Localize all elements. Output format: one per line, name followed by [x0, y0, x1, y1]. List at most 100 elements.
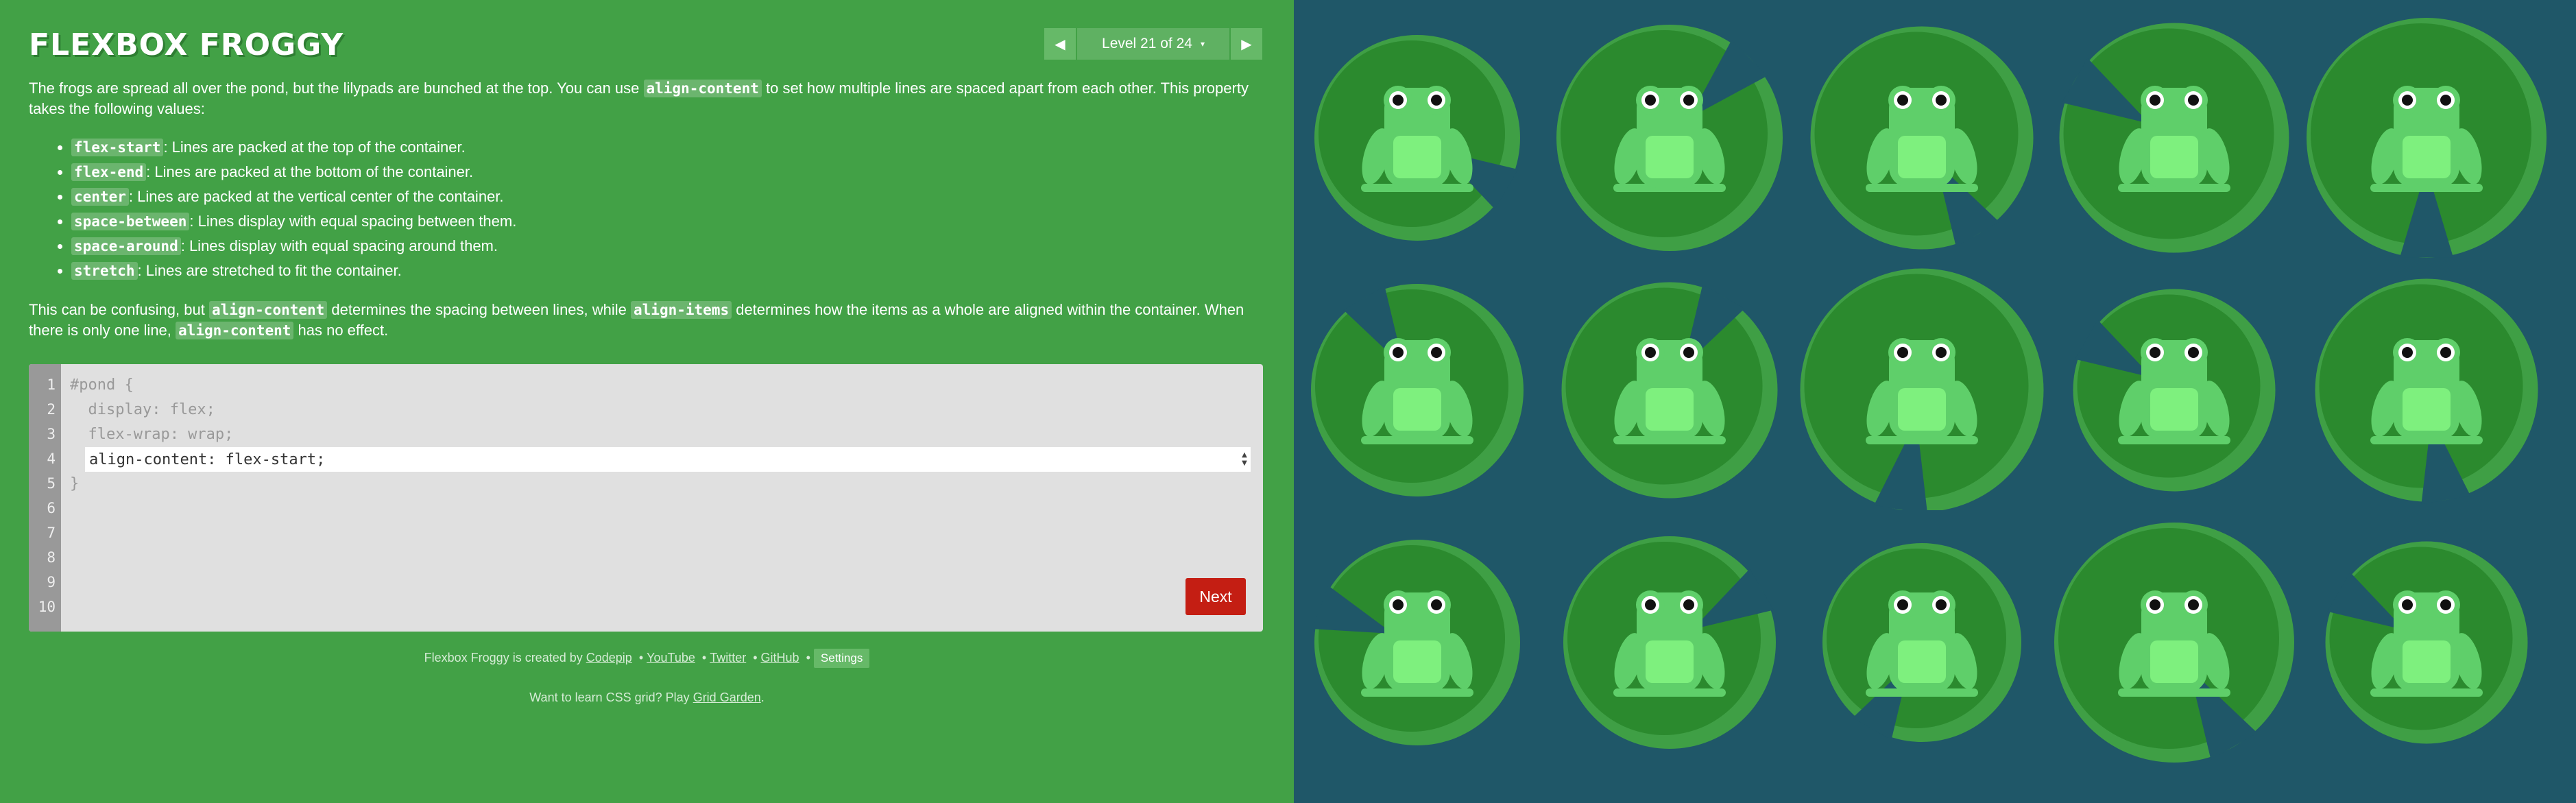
- note-text: This can be confusing, but: [29, 301, 209, 318]
- code-editor: 1 2 3 4 5 6 7 8 9 10 #pond { display: fl…: [29, 364, 1263, 632]
- next-button[interactable]: Next: [1185, 578, 1246, 615]
- line-number: 8: [47, 549, 56, 566]
- line-number: 2: [47, 401, 56, 418]
- next-level-button[interactable]: ▶: [1231, 28, 1262, 60]
- lilypad-icon: [2307, 18, 2547, 258]
- inline-code: align-content: [208, 301, 328, 319]
- frog-cell: [1546, 263, 1793, 510]
- level-indicator-dropdown[interactable]: Level 21 of 24 ▾: [1077, 28, 1229, 60]
- list-item: stretch: Lines are stretched to fit the …: [71, 259, 1263, 283]
- line-number: 10: [38, 599, 56, 615]
- previous-level-button[interactable]: ◀: [1044, 28, 1076, 60]
- value-code: stretch: [71, 262, 138, 280]
- frog-cell: [1294, 11, 1541, 258]
- frog-cell: [1798, 516, 2045, 763]
- lilypad-icon: [1810, 26, 2034, 250]
- lilypad-icon: [2315, 278, 2538, 505]
- lilypad-icon: [1822, 543, 2021, 742]
- line-number: 9: [47, 574, 56, 590]
- value-code: flex-start: [71, 139, 164, 156]
- promo-text: Want to learn CSS grid? Play: [529, 691, 693, 704]
- footer-credits: Flexbox Froggy is created by Codepip • Yo…: [0, 649, 1294, 668]
- intro-text: The frogs are spread all over the pond, …: [29, 80, 644, 97]
- frog-cell: [1546, 516, 1793, 763]
- lilypad-icon: [2059, 23, 2289, 253]
- pond-board: [1294, 0, 2576, 803]
- instructions: The frogs are spread all over the pond, …: [29, 78, 1263, 341]
- value-description: : Lines are stretched to fit the contain…: [137, 262, 402, 279]
- separator: •: [638, 651, 644, 664]
- triangle-left-icon: ◀: [1055, 36, 1066, 52]
- lilypad-icon: [2054, 523, 2294, 763]
- code-line: flex-wrap: wrap;: [70, 426, 234, 443]
- line-number: 7: [47, 525, 56, 541]
- codepip-link[interactable]: Codepip: [586, 651, 632, 664]
- line-number: 6: [47, 500, 56, 516]
- twitter-link[interactable]: Twitter: [710, 651, 746, 664]
- frog-cell: [1294, 263, 1541, 510]
- code-line: #pond {: [70, 376, 134, 394]
- youtube-link[interactable]: YouTube: [647, 651, 695, 664]
- code-line: display: flex;: [70, 401, 215, 418]
- inline-code: align-items: [631, 301, 732, 319]
- separator: •: [806, 651, 810, 664]
- app-title: FLEXBOX FROGGY: [29, 27, 344, 62]
- level-label: Level 21 of 24: [1102, 36, 1192, 51]
- credit-text: Flexbox Froggy is created by: [424, 651, 586, 664]
- chevron-down-icon: ▾: [1200, 39, 1205, 49]
- sidebar: FLEXBOX FROGGY ◀ Level 21 of 24 ▾ ▶ The …: [0, 0, 1294, 803]
- promo-suffix: .: [760, 691, 765, 704]
- value-description: : Lines display with equal spacing betwe…: [189, 213, 517, 230]
- frog-cell: [2303, 516, 2550, 763]
- value-description: : Lines display with equal spacing aroun…: [180, 237, 498, 254]
- textarea-scroll-arrows[interactable]: ▲ ▼: [1238, 447, 1251, 472]
- frog-cell: [1294, 516, 1541, 763]
- frog-cell: [2051, 263, 2298, 510]
- value-code: flex-end: [71, 163, 147, 181]
- frog-cell: [1798, 263, 2045, 510]
- lilypad-icon: [1314, 35, 1520, 241]
- note-text: determines the spacing between lines, wh…: [327, 301, 631, 318]
- line-number: 5: [47, 475, 56, 492]
- value-code: space-between: [71, 213, 190, 230]
- lilypad-icon: [1556, 25, 1783, 251]
- list-item: flex-end: Lines are packed at the bottom…: [71, 160, 1263, 184]
- line-number: 4: [47, 451, 56, 467]
- lilypad-icon: [1800, 268, 2044, 510]
- line-number: 3: [47, 426, 56, 442]
- values-list: flex-start: Lines are packed at the top …: [71, 135, 1263, 283]
- settings-button[interactable]: Settings: [813, 649, 870, 668]
- list-item: space-around: Lines display with equal s…: [71, 234, 1263, 259]
- frog-cell: [2303, 263, 2550, 510]
- value-code: center: [71, 188, 129, 206]
- frog-cell: [2303, 11, 2550, 258]
- separator: •: [701, 651, 707, 664]
- level-navigation: ◀ Level 21 of 24 ▾ ▶: [1044, 28, 1262, 60]
- css-code-input[interactable]: align-content: flex-start;: [85, 447, 1251, 472]
- lilypad-icon: [2325, 541, 2528, 744]
- line-number: 1: [47, 376, 56, 393]
- frog-cell: [1546, 11, 1793, 258]
- frog-cell: [2051, 11, 2298, 258]
- lilypad-icon: [1561, 282, 1778, 499]
- note-text: has no effect.: [293, 322, 389, 339]
- scroll-down-icon: ▼: [1242, 459, 1247, 467]
- note-paragraph: This can be confusing, but align-content…: [29, 300, 1263, 341]
- scroll-up-icon: ▲: [1242, 451, 1247, 459]
- list-item: space-between: Lines display with equal …: [71, 209, 1263, 234]
- grid-garden-link[interactable]: Grid Garden: [693, 691, 761, 704]
- list-item: center: Lines are packed at the vertical…: [71, 184, 1263, 209]
- value-description: : Lines are packed at the vertical cente…: [128, 188, 504, 205]
- frog-cell: [2051, 516, 2298, 763]
- value-code: space-around: [71, 237, 181, 255]
- value-description: : Lines are packed at the top of the con…: [163, 139, 466, 156]
- lilypad-icon: [1312, 540, 1520, 745]
- frog-cell: [1798, 11, 2045, 258]
- github-link[interactable]: GitHub: [761, 651, 799, 664]
- grid-garden-promo: Want to learn CSS grid? Play Grid Garden…: [0, 691, 1294, 705]
- lilypad-icon: [2073, 289, 2276, 492]
- triangle-right-icon: ▶: [1241, 36, 1252, 52]
- lilypad-icon: [1563, 536, 1776, 749]
- code-line: }: [70, 475, 80, 492]
- inline-code: align-content: [643, 80, 762, 97]
